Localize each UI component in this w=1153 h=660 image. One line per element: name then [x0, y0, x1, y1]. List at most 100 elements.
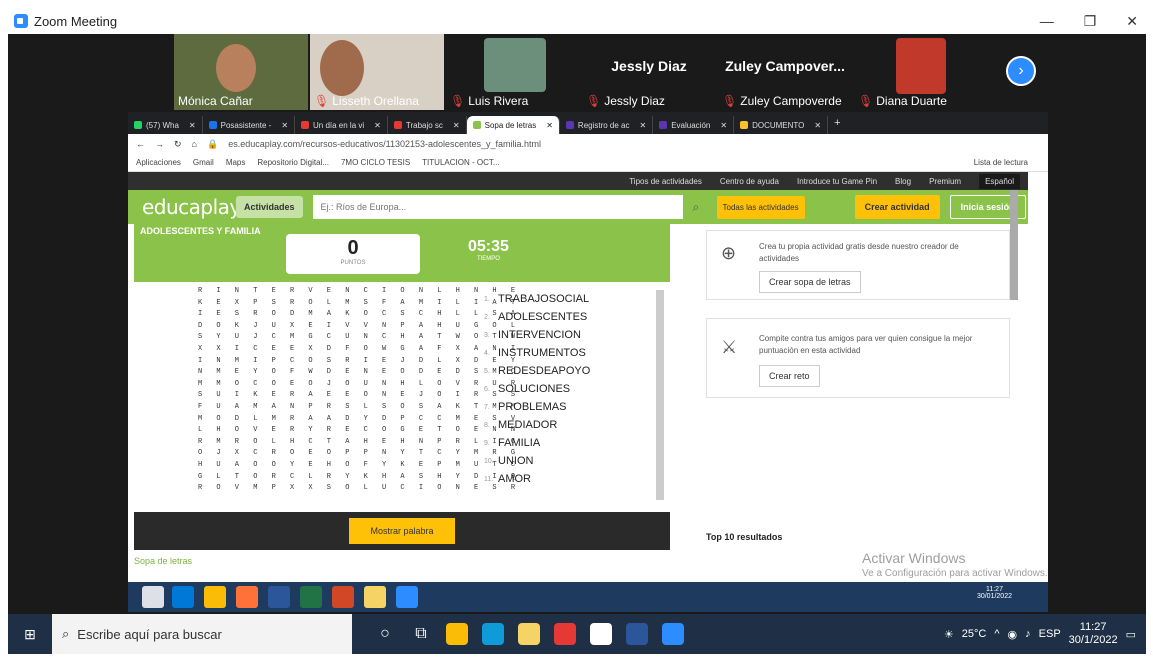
grid-row[interactable]: R M R O L H C T A H E H N P R L I C — [198, 437, 520, 449]
nav-link[interactable]: Centro de ayuda — [720, 177, 779, 186]
explorer-icon[interactable] — [518, 623, 540, 645]
page-scrollbar[interactable] — [1010, 190, 1018, 300]
show-word-button[interactable]: Mostrar palabra — [349, 518, 455, 544]
new-tab-icon[interactable]: + — [834, 117, 840, 129]
grid-row[interactable]: O J X C R O E O P P N Y T C Y M R G — [198, 448, 520, 460]
grid-row[interactable]: I N M I P C O S R I E J D L X D E Y — [198, 356, 520, 368]
browser-tab[interactable]: Trabajo sc ✕ — [388, 116, 467, 134]
powerpoint-icon[interactable] — [332, 586, 354, 608]
participant-tile[interactable]: 🎙 Luis Rivera — [446, 34, 580, 110]
grid-row[interactable]: R I N T E R V E N C I O N L H N H E — [198, 286, 520, 298]
create-activity-button[interactable]: Crear actividad — [854, 195, 940, 219]
letter-grid[interactable]: R I N T E R V E N C I O N L H N H EK E X… — [198, 286, 520, 495]
reading-list[interactable]: Lista de lectura — [974, 158, 1028, 167]
bookmark-item[interactable]: Maps — [226, 158, 246, 167]
participant-tile[interactable]: Zuley Campover... 🎙 Zuley Campoverde — [718, 34, 852, 110]
site-logo[interactable]: educaplay — [142, 195, 241, 219]
create-challenge-button[interactable]: Crear reto — [759, 365, 820, 387]
site-top-nav: Tipos de actividades Centro de ayuda Int… — [128, 172, 1028, 190]
home-icon[interactable]: ⌂ — [192, 139, 197, 149]
file-icon[interactable] — [590, 623, 612, 645]
opera-icon[interactable] — [554, 623, 576, 645]
browser-tab-active[interactable]: Sopa de letras ✕ — [466, 116, 560, 134]
create-word-search-button[interactable]: Crear sopa de letras — [759, 271, 861, 293]
grid-row[interactable]: F U A M A N P R S L S O S A K T M M — [198, 402, 520, 414]
activities-dropdown[interactable]: Actividades — [236, 196, 303, 218]
bookmark-item[interactable]: 7MO CICLO TESIS — [341, 158, 410, 167]
grid-row[interactable]: S U I K E R A E E O N E J O I R S S — [198, 390, 520, 402]
bookmark-item[interactable]: TITULACION - OCT... — [422, 158, 499, 167]
grid-row[interactable]: N M E Y O F W D E N E O D E D S M C — [198, 367, 520, 379]
grid-row[interactable]: K E X P S R O L M S F A M I L I A T — [198, 298, 520, 310]
windows-start-icon[interactable] — [142, 586, 164, 608]
windows-start-icon[interactable]: ⊞ — [8, 626, 52, 643]
zoom-app-icon[interactable] — [662, 623, 684, 645]
language-select[interactable]: Español — [979, 173, 1020, 189]
chrome-icon[interactable] — [446, 623, 468, 645]
volume-icon[interactable]: ♪ — [1025, 628, 1031, 640]
grid-row[interactable]: H U A O O Y E H O F Y K E P M U T C — [198, 460, 520, 472]
participant-tile[interactable]: 🎙 Lisseth Orellana — [310, 34, 444, 110]
back-icon[interactable]: ← — [136, 139, 145, 149]
grid-row[interactable]: M O D L M R A A D Y D P C C M E S V — [198, 414, 520, 426]
word-list-scrollbar[interactable] — [656, 290, 664, 500]
browser-tab[interactable]: Un día en la vi ✕ — [295, 116, 388, 134]
grid-row[interactable]: L H O V E R Y R E C O G E T O E N N — [198, 425, 520, 437]
restore-icon[interactable]: ❐ — [1084, 13, 1097, 30]
browser-tab[interactable]: Registro de ac ✕ — [560, 116, 654, 134]
search-icon[interactable]: ⌕ — [693, 200, 707, 215]
network-icon[interactable]: ◉ — [1008, 628, 1018, 641]
grid-row[interactable]: I E S R O D M A K O C S C H L L S A — [198, 309, 520, 321]
word-list-item: 2. ADOLESCENTES — [484, 311, 588, 323]
browser-tab[interactable]: Posasistente - ✕ — [203, 116, 296, 134]
word-icon[interactable] — [626, 623, 648, 645]
task-view-icon[interactable]: ⧉ — [410, 623, 432, 645]
nav-link[interactable]: Introduce tu Game Pin — [797, 177, 877, 186]
edge-icon[interactable] — [482, 623, 504, 645]
nav-link[interactable]: Tipos de actividades — [629, 177, 702, 186]
bookmark-item[interactable]: Repositorio Digital... — [257, 158, 329, 167]
weather-temp[interactable]: 25°C — [962, 628, 987, 640]
create-activity-card: ⊕ Crea tu propia actividad gratis desde … — [706, 230, 1010, 300]
browser-tab[interactable]: (57) Wha ✕ — [128, 116, 203, 134]
search-input[interactable] — [312, 195, 683, 219]
cortana-icon[interactable]: ○ — [374, 623, 396, 645]
weather-icon[interactable]: ☀ — [944, 628, 954, 641]
grid-row[interactable]: R O V M P X X S O L U C I O N E S R — [198, 483, 520, 495]
explorer-icon[interactable] — [364, 586, 386, 608]
excel-icon[interactable] — [300, 586, 322, 608]
firefox-icon[interactable] — [236, 586, 258, 608]
browser-tab[interactable]: Evaluación ✕ — [653, 116, 735, 134]
participant-tile[interactable]: 🎙 Diana Duarte — [854, 34, 988, 110]
nav-link[interactable]: Premium — [929, 177, 961, 186]
grid-row[interactable]: G L T O R C L R Y K H A S H Y D I Q — [198, 472, 520, 484]
zoom-app-icon[interactable] — [396, 586, 418, 608]
notifications-icon[interactable]: ▭ — [1126, 628, 1136, 641]
tray-arrow-icon[interactable]: ^ — [994, 628, 999, 640]
activity-type-label[interactable]: Sopa de letras — [134, 556, 192, 566]
forward-icon[interactable]: → — [155, 139, 164, 149]
taskbar-search[interactable]: ⌕ Escribe aquí para buscar — [52, 614, 352, 654]
grid-row[interactable]: S Y U J C M G C U N C H A T W O T W — [198, 332, 520, 344]
bookmark-item[interactable]: Aplicaciones — [136, 158, 181, 167]
participant-tile[interactable]: Mónica Cañar — [174, 34, 308, 110]
minimize-icon[interactable]: — — [1040, 13, 1054, 29]
grid-row[interactable]: M M O C O E O J O U N H L O V R U R — [198, 379, 520, 391]
all-activities-button[interactable]: Todas las actividades — [716, 195, 805, 219]
windows-activation-text: Ve a Configuración para activar Windows. — [862, 568, 1048, 579]
word-icon[interactable] — [268, 586, 290, 608]
browser-tab[interactable]: DOCUMENTO ✕ — [734, 116, 829, 134]
participant-tile[interactable]: Jessly Diaz 🎙 Jessly Diaz — [582, 34, 716, 110]
close-icon[interactable]: ✕ — [1126, 13, 1138, 30]
next-page-button[interactable]: › — [1006, 56, 1036, 86]
ie-icon[interactable] — [172, 586, 194, 608]
taskbar-clock[interactable]: 11:27 30/1/2022 — [1069, 621, 1118, 647]
url-field[interactable]: es.educaplay.com/recursos-educativos/113… — [228, 139, 541, 149]
chrome-icon[interactable] — [204, 586, 226, 608]
grid-row[interactable]: D O K J U X E I V V N P A H U G O L — [198, 321, 520, 333]
language-indicator[interactable]: ESP — [1039, 628, 1061, 640]
bookmark-item[interactable]: Gmail — [193, 158, 214, 167]
grid-row[interactable]: X X I C E E X D F O W G A F X A N I — [198, 344, 520, 356]
reload-icon[interactable]: ↻ — [174, 139, 182, 150]
nav-link[interactable]: Blog — [895, 177, 911, 186]
